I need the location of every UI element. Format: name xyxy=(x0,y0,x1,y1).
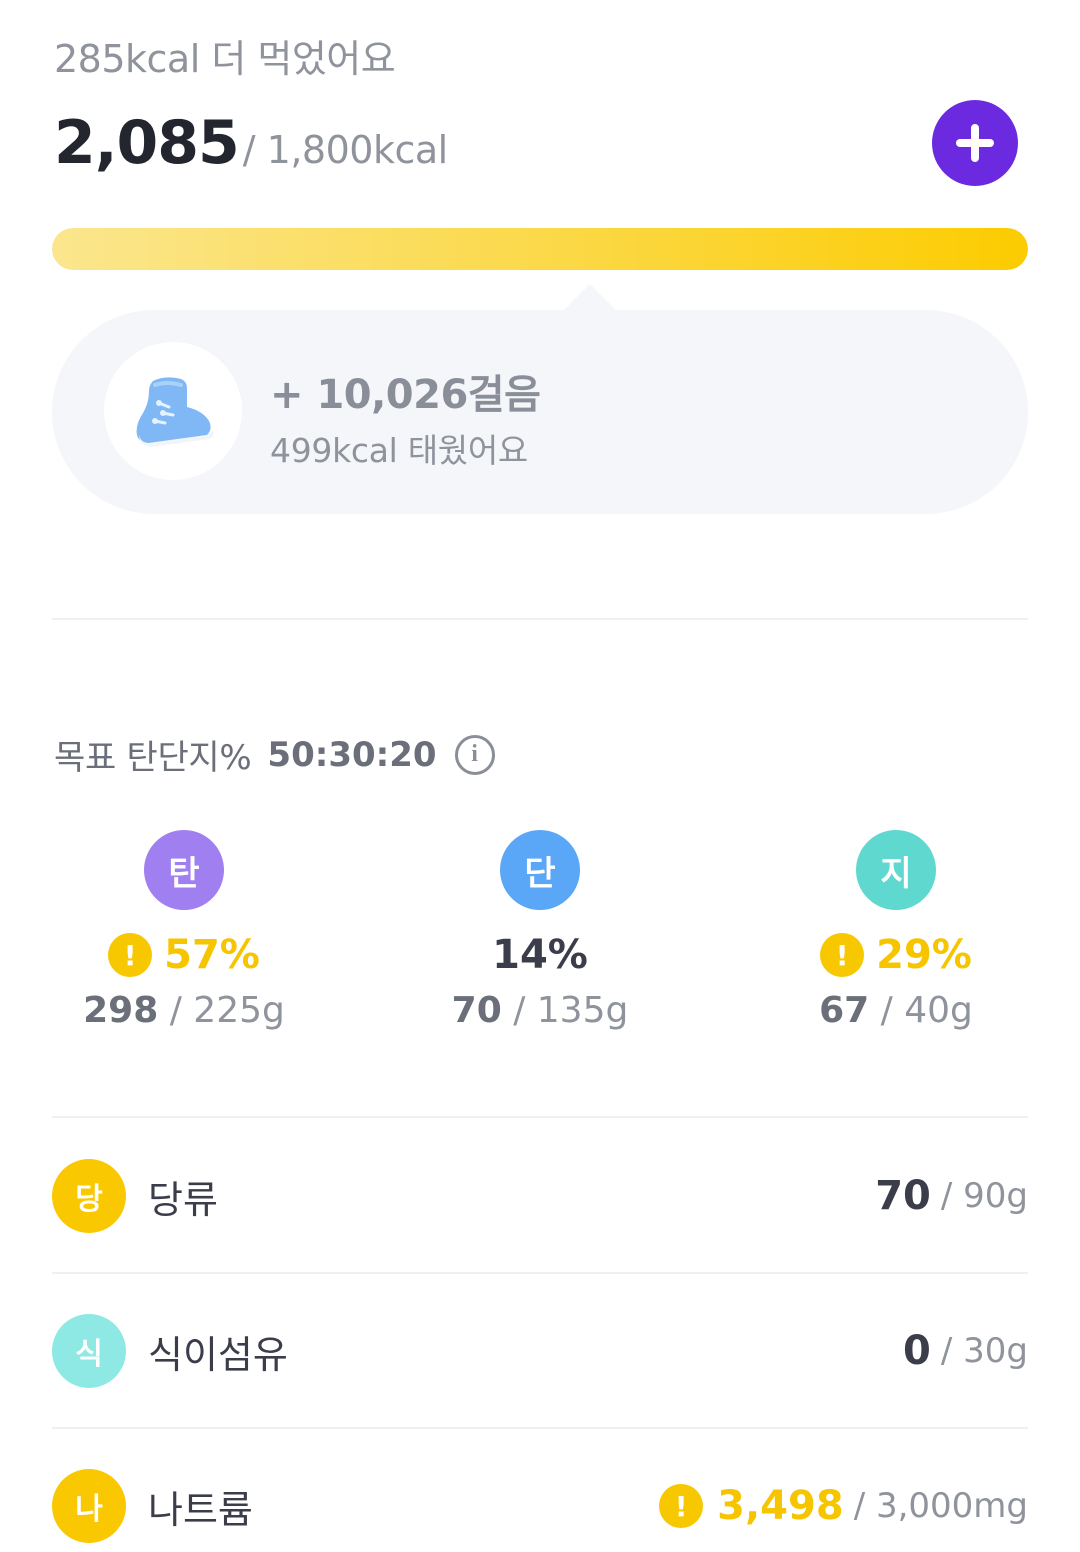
protein-amount: 70 / 135g xyxy=(452,990,629,1031)
carbs-badge: 탄 xyxy=(144,830,224,910)
add-meal-button[interactable] xyxy=(932,100,1018,186)
fiber-label: 식이섬유 xyxy=(148,1332,288,1377)
fat-badge: 지 xyxy=(856,830,936,910)
nutrient-row-fiber[interactable]: 식 식이섬유 0 / 30g xyxy=(52,1311,1028,1391)
macro-carbs: 탄 ! 57% 298 / 225g xyxy=(34,830,334,1031)
fiber-current: 0 xyxy=(903,1328,931,1374)
warning-icon: ! xyxy=(659,1484,704,1528)
fat-percent-value: 29% xyxy=(876,932,972,978)
nutrient-row-sodium[interactable]: 나 나트륨 ! 3,498 / 3,000mg xyxy=(52,1466,1028,1546)
sugar-amount: 70 / 90g xyxy=(875,1173,1028,1219)
sodium-amount: ! 3,498 / 3,000mg xyxy=(659,1483,1028,1529)
sodium-label: 나트륨 xyxy=(148,1487,253,1532)
sneaker-icon-container xyxy=(104,342,242,480)
fiber-badge: 식 xyxy=(52,1314,126,1388)
protein-percent-value: 14% xyxy=(492,932,588,978)
burned-kcal: 499kcal 태웠어요 xyxy=(270,431,528,470)
plus-icon xyxy=(956,124,994,162)
fat-goal: / 40g xyxy=(869,990,973,1031)
step-count: + 10,026걸음 xyxy=(270,372,541,418)
carbs-percent: ! 57% xyxy=(108,930,260,980)
eaten-kcal: 2,085 xyxy=(54,108,240,178)
calorie-over-text: 285kcal 더 먹었어요 xyxy=(54,37,396,81)
macro-ratio-value: 50:30:20 xyxy=(267,734,437,775)
warning-icon: ! xyxy=(820,933,865,977)
protein-current: 70 xyxy=(451,990,502,1031)
calorie-progress-bar xyxy=(52,228,1028,270)
macro-protein: 단 14% 70 / 135g xyxy=(390,830,690,1031)
carbs-goal: / 225g xyxy=(158,990,285,1031)
sneaker-icon xyxy=(136,377,214,447)
sodium-goal: / 3,000mg xyxy=(853,1486,1028,1526)
nutrient-row-sugar[interactable]: 당 당류 70 / 90g xyxy=(52,1156,1028,1236)
row-divider xyxy=(52,1427,1028,1429)
protein-percent: 14% xyxy=(492,930,588,980)
macro-fat: 지 ! 29% 67 / 40g xyxy=(746,830,1046,1031)
warning-icon: ! xyxy=(108,933,153,977)
macro-ratio-header: 목표 탄단지% 50:30:20 i xyxy=(54,730,495,779)
calorie-progress-fill xyxy=(52,228,1028,270)
protein-badge: 단 xyxy=(500,830,580,910)
fat-current: 67 xyxy=(819,990,870,1031)
macro-ratio-label: 목표 탄단지% xyxy=(54,738,252,778)
fiber-goal: / 30g xyxy=(940,1331,1028,1371)
carbs-percent-value: 57% xyxy=(164,932,260,978)
section-divider xyxy=(52,618,1028,620)
protein-goal: / 135g xyxy=(501,990,629,1031)
sugar-badge: 당 xyxy=(52,1159,126,1233)
info-icon[interactable]: i xyxy=(454,734,495,775)
sugar-current: 70 xyxy=(875,1173,931,1219)
fat-amount: 67 / 40g xyxy=(819,990,973,1031)
fat-percent: ! 29% xyxy=(820,930,972,980)
carbs-current: 298 xyxy=(83,990,159,1031)
section-divider xyxy=(52,1116,1028,1118)
calorie-summary: 2,085 / 1,800kcal xyxy=(54,108,448,178)
sugar-goal: / 90g xyxy=(940,1176,1028,1216)
fiber-amount: 0 / 30g xyxy=(903,1328,1028,1374)
activity-card[interactable]: + 10,026걸음 499kcal 태웠어요 xyxy=(52,284,1028,514)
sugar-label: 당류 xyxy=(148,1177,218,1222)
carbs-amount: 298 / 225g xyxy=(83,990,285,1031)
sodium-badge: 나 xyxy=(52,1469,126,1543)
row-divider xyxy=(52,1272,1028,1274)
sodium-current: 3,498 xyxy=(717,1483,844,1529)
goal-kcal: / 1,800kcal xyxy=(242,128,448,172)
